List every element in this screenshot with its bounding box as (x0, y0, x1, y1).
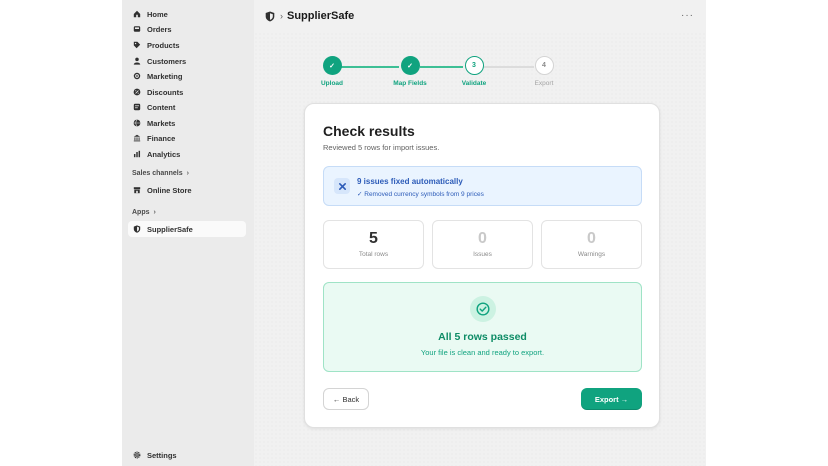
sidebar-item-orders[interactable]: Orders (128, 21, 246, 37)
sidebar-item-customers[interactable]: Customers (128, 53, 246, 69)
sidebar-item-label: Finance (147, 133, 176, 143)
stat-warnings: 0 Warnings (541, 220, 642, 269)
sidebar-item-label: SupplierSafe (147, 224, 193, 234)
stat-label: Total rows (358, 251, 389, 258)
card-title: Check results (323, 123, 415, 139)
step-label: Validate (461, 80, 487, 87)
step-number: 4 (534, 56, 554, 75)
admin-window: Home Orders Products Customers Marketing… (122, 0, 706, 466)
chevron-right-icon: › (280, 11, 283, 21)
step-map-fields[interactable]: ✓ Map Fields (380, 56, 440, 87)
stat-label: Issues (473, 251, 492, 258)
globe-icon (133, 119, 141, 127)
stat-value: 0 (478, 230, 487, 247)
check-circle-icon (469, 296, 496, 322)
sidebar-item-label: Customers (147, 56, 187, 66)
sidebar-item-label: Products (147, 40, 180, 50)
sidebar-item-label: Analytics (147, 149, 181, 159)
inbox-icon (133, 25, 141, 33)
target-icon (133, 72, 141, 80)
step-validate[interactable]: 3 Validate (444, 56, 504, 87)
success-title: All 5 rows passed (438, 331, 527, 343)
sales-channels-heading[interactable]: Sales channels › (132, 170, 189, 177)
notice-detail: ✓ Removed currency symbols from 9 prices (357, 191, 484, 198)
back-button[interactable]: ← Back (323, 388, 369, 410)
sidebar-item-label: Settings (147, 450, 177, 460)
chart-bar-icon (133, 150, 141, 158)
wrench-icon (334, 178, 350, 194)
sidebar-item-label: Markets (147, 118, 176, 128)
sidebar-item-label: Home (147, 9, 168, 19)
sidebar-item-suppliersafe[interactable]: SupplierSafe (128, 221, 246, 237)
export-button[interactable]: Export → (581, 388, 642, 410)
chevron-right-icon: › (153, 209, 156, 216)
progress-stepper: ✓ Upload ✓ Map Fields 3 Validate 4 Expor… (254, 56, 706, 92)
bank-icon (133, 134, 141, 142)
sidebar-item-marketing[interactable]: Marketing (128, 68, 246, 84)
sidebar-item-label: Marketing (147, 71, 183, 81)
content-icon (133, 103, 141, 111)
gear-icon (133, 451, 141, 459)
stat-label: Warnings (577, 251, 606, 258)
step-label: Export (534, 80, 554, 87)
stat-value: 5 (369, 230, 378, 247)
sidebar-item-label: Discounts (147, 87, 184, 97)
apps-heading[interactable]: Apps › (132, 209, 156, 216)
success-banner: All 5 rows passed Your file is clean and… (323, 282, 642, 372)
sidebar-item-home[interactable]: Home (128, 6, 246, 22)
sidebar-item-markets[interactable]: Markets (128, 115, 246, 131)
sidebar-item-settings[interactable]: Settings (128, 447, 246, 463)
success-message: Your file is clean and ready to export. (420, 348, 545, 357)
store-icon (133, 186, 141, 194)
person-icon (133, 57, 141, 65)
card-subtitle: Reviewed 5 rows for import issues. (323, 143, 440, 152)
tag-icon (133, 41, 141, 49)
discount-icon (133, 88, 141, 96)
check-icon: ✓ (400, 56, 420, 75)
stat-total-rows: 5 Total rows (323, 220, 424, 269)
sidebar-item-online-store[interactable]: Online Store (128, 182, 246, 198)
sidebar-item-discounts[interactable]: Discounts (128, 84, 246, 100)
step-export: 4 Export (514, 56, 574, 87)
step-label: Map Fields (393, 80, 427, 87)
sidebar-item-label: Orders (147, 24, 172, 34)
shield-icon (265, 11, 275, 22)
auto-fix-notice: 9 issues fixed automatically ✓ Removed c… (323, 166, 642, 206)
shield-icon (133, 225, 141, 233)
chevron-right-icon: › (186, 170, 189, 177)
sidebar-item-analytics[interactable]: Analytics (128, 146, 246, 162)
sidebar-item-label: Content (147, 102, 176, 112)
sidebar: Home Orders Products Customers Marketing… (122, 0, 254, 466)
stat-value: 0 (587, 230, 596, 247)
check-icon: ✓ (322, 56, 342, 75)
home-icon (133, 10, 141, 18)
main-content: › SupplierSafe ··· ✓ Upload ✓ Map Fields… (254, 0, 706, 466)
step-number: 3 (464, 56, 484, 75)
stat-issues: 0 Issues (432, 220, 533, 269)
step-label: Upload (320, 80, 344, 87)
notice-title: 9 issues fixed automatically (357, 177, 463, 186)
sidebar-item-finance[interactable]: Finance (128, 130, 246, 146)
sidebar-item-products[interactable]: Products (128, 37, 246, 53)
more-actions-icon[interactable]: ··· (681, 10, 694, 21)
step-upload[interactable]: ✓ Upload (302, 56, 362, 87)
sidebar-item-content[interactable]: Content (128, 99, 246, 115)
page-title: SupplierSafe (287, 10, 355, 22)
sidebar-item-label: Online Store (147, 185, 192, 195)
check-results-card: Check results Reviewed 5 rows for import… (304, 103, 660, 428)
app-header: › SupplierSafe ··· (254, 0, 706, 32)
